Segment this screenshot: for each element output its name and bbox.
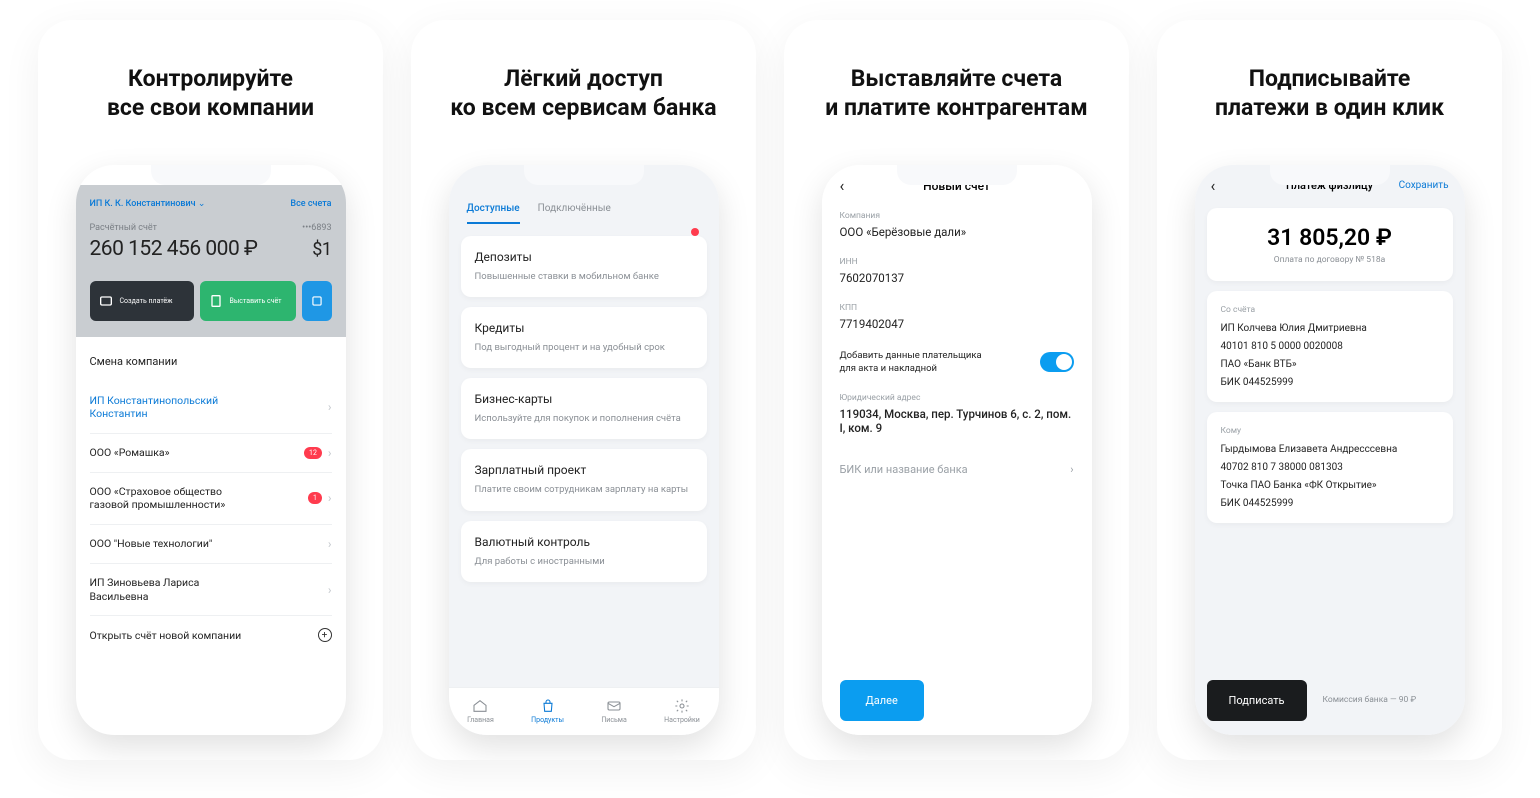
- tab-available[interactable]: Доступные: [467, 203, 520, 224]
- address-field[interactable]: Юридический адрес 119034, Москва, пер. Т…: [840, 393, 1074, 435]
- company-item[interactable]: ООО «Страховое общество газовой промышле…: [90, 473, 332, 525]
- sign-button[interactable]: Подписать: [1207, 680, 1307, 721]
- headline: Контролируйте все свои компании: [107, 65, 314, 123]
- payer-data-toggle-row: Добавить данные плательщика для акта и н…: [840, 349, 1074, 376]
- bag-icon: [540, 698, 556, 714]
- save-button[interactable]: Сохранить: [1399, 180, 1449, 191]
- nav-settings[interactable]: Настройки: [664, 698, 700, 724]
- plus-icon: +: [318, 628, 332, 642]
- gear-icon: [674, 698, 690, 714]
- phone-notch: [1270, 165, 1390, 185]
- notification-badge: 12: [304, 447, 322, 459]
- next-button[interactable]: Далее: [840, 680, 924, 721]
- product-card[interactable]: Валютный контроль Для работы с иностранн…: [461, 521, 707, 582]
- phone-notch: [897, 165, 1017, 185]
- back-button[interactable]: ‹: [1211, 176, 1216, 195]
- tab-connected[interactable]: Подключённые: [538, 203, 611, 224]
- chevron-right-icon: ›: [328, 491, 332, 505]
- company-item[interactable]: ИП Зиновьева Лариса Васильевна ›: [90, 564, 332, 616]
- create-payment-button[interactable]: Создать платёж: [90, 281, 194, 321]
- sheet-title: Смена компании: [90, 355, 332, 368]
- toggle-on[interactable]: [1040, 352, 1074, 372]
- amount-card: 31 805,20 ₽ Оплата по договору № 518а: [1207, 208, 1453, 281]
- product-card[interactable]: Кредиты Под выгодный процент и на удобны…: [461, 307, 707, 368]
- product-card[interactable]: Депозиты Повышенные ставки в мобильном б…: [461, 236, 707, 297]
- headline: Лёгкий доступ ко всем сервисам банка: [450, 65, 716, 123]
- bik-field[interactable]: БИК или название банка ›: [840, 453, 1074, 486]
- chevron-right-icon: ›: [328, 583, 332, 597]
- phone-notch: [151, 165, 271, 185]
- chevron-right-icon: ›: [1070, 463, 1073, 476]
- chevron-right-icon: ›: [328, 446, 332, 460]
- headline: Выставляйте счета и платите контрагентам: [825, 65, 1087, 123]
- phone-mock: ‹ Платёж физлицу Сохранить 31 805,20 ₽ О…: [1195, 165, 1465, 735]
- home-icon: [472, 698, 488, 714]
- account-overlay: ИП К. К. Константинович ⌄ Все счета Расч…: [76, 185, 346, 337]
- mail-icon: [606, 698, 622, 714]
- panel-sign-payment: Подписывайте платежи в один клик ‹ Платё…: [1157, 20, 1502, 760]
- inn-field[interactable]: ИНН 7602070137: [840, 257, 1074, 285]
- company-item[interactable]: ИП Константинопольский Константин ›: [90, 382, 332, 434]
- chevron-right-icon: ›: [328, 537, 332, 551]
- nav-messages[interactable]: Письма: [601, 698, 627, 724]
- notification-badge: 1: [308, 492, 322, 504]
- panel-company-switch: Контролируйте все свои компании ИП К. К.…: [38, 20, 383, 760]
- back-button[interactable]: ‹: [840, 176, 845, 195]
- phone-mock: Доступные Подключённые Депозиты Повышенн…: [449, 165, 719, 735]
- create-invoice-button[interactable]: Выставить счёт: [200, 281, 296, 321]
- panel-products: Лёгкий доступ ко всем сервисам банка Дос…: [411, 20, 756, 760]
- chevron-right-icon: ›: [328, 400, 332, 414]
- phone-mock: ИП К. К. Константинович ⌄ Все счета Расч…: [76, 165, 346, 735]
- balance-next: $1: [312, 239, 331, 260]
- balance: 260 152 456 000 ₽: [90, 237, 258, 261]
- phone-mock: ‹ Новый счёт Компания ООО «Берёзовые дал…: [822, 165, 1092, 735]
- panel-new-invoice: Выставляйте счета и платите контрагентам…: [784, 20, 1129, 760]
- phone-notch: [524, 165, 644, 185]
- commission-label: Комиссия банка — 90 ₽: [1323, 695, 1417, 705]
- product-card[interactable]: Зарплатный проект Платите своим сотрудни…: [461, 449, 707, 510]
- company-item[interactable]: ООО "Новые технологии" ›: [90, 525, 332, 564]
- more-button[interactable]: [302, 281, 332, 321]
- nav-products[interactable]: Продукты: [531, 698, 564, 724]
- payment-amount: 31 805,20 ₽: [1221, 224, 1439, 251]
- nav-home[interactable]: Главная: [467, 698, 494, 724]
- account-tail: •••6893: [302, 223, 331, 233]
- open-new-company[interactable]: Открыть счёт новой компании +: [90, 616, 332, 654]
- headline: Подписывайте платежи в один клик: [1215, 65, 1444, 123]
- kpp-field[interactable]: КПП 7719402047: [840, 303, 1074, 331]
- company-item[interactable]: ООО «Ромашка» 12›: [90, 434, 332, 473]
- current-company[interactable]: ИП К. К. Константинович ⌄: [90, 199, 206, 209]
- company-sheet: Смена компании ИП Константинопольский Ко…: [76, 337, 346, 655]
- all-accounts-link[interactable]: Все счета: [290, 199, 331, 209]
- alert-dot-icon: [691, 228, 699, 236]
- to-account-block[interactable]: Кому Гырдымова Елизавета Андресссевна 40…: [1207, 412, 1453, 523]
- bottom-nav: Главная Продукты Письма Настройки: [449, 687, 719, 735]
- from-account-block[interactable]: Со счёта ИП Колчева Юлия Дмитриевна 4010…: [1207, 291, 1453, 402]
- account-type-label: Расчётный счёт: [90, 223, 157, 233]
- product-card[interactable]: Бизнес-карты Используйте для покупок и п…: [461, 378, 707, 439]
- company-field[interactable]: Компания ООО «Берёзовые дали»: [840, 211, 1074, 239]
- product-tabs: Доступные Подключённые: [449, 185, 719, 224]
- payment-purpose: Оплата по договору № 518а: [1221, 255, 1439, 265]
